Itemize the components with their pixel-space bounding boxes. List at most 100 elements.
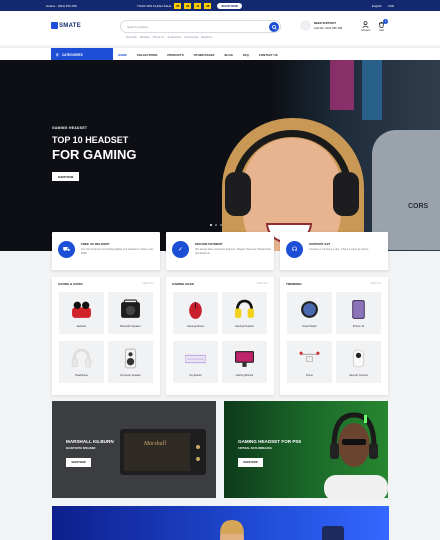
nav-products[interactable]: PRODUCTS <box>167 53 183 57</box>
view-all-link[interactable]: VIEW ALL <box>370 282 382 285</box>
tile-label: Smart Watch <box>302 325 317 328</box>
logo-text: SMATE <box>59 22 82 29</box>
category-tile[interactable]: Gaming Mouse <box>173 292 218 334</box>
category-card-gaming: GAMING GEAR VIEW ALL Gaming Mouse Gaming… <box>166 277 274 395</box>
cart-label: Cart <box>379 29 384 32</box>
account-link[interactable]: Account <box>361 21 370 32</box>
categories-label: CATEGORIES <box>61 52 83 57</box>
hero-title-line2: FOR GAMING <box>52 147 137 162</box>
computer-speaker-icon <box>124 348 137 369</box>
cart-link[interactable]: 0 Cart <box>378 19 388 32</box>
category-card-audio: SAVING & AUDIO VIEW ALL Earbuds Bluetoot… <box>52 277 160 395</box>
category-tile[interactable]: Security Camera <box>336 341 381 383</box>
promo-banner-bottom[interactable] <box>52 506 389 540</box>
headset-earcup-left <box>225 172 251 216</box>
tile-label: Gaming Headset <box>235 325 254 328</box>
support-block[interactable]: NEED SUPPORT Call Me: 0123 456 789 <box>300 20 342 31</box>
feature-desc: We accept Visa, American Express, Paypal… <box>195 248 271 255</box>
search-tag[interactable]: Flat tooth <box>126 36 137 39</box>
feature-support: ☊ SUPPORT 24/7 Contact us 24 hours a day… <box>280 232 388 270</box>
promo-text: YOUR 30% FLASH SALE <box>136 3 172 8</box>
category-tile[interactable]: Smart Watch <box>287 292 332 334</box>
main-nav: ☰ CATEGORIES HOME COLLECTIONS PRODUCTS O… <box>0 47 440 61</box>
tile-label: Headphone <box>75 374 88 377</box>
search-button[interactable] <box>269 22 279 32</box>
hotline-text: Hotline : (623) 456-789 <box>46 3 77 8</box>
promo-model-image <box>220 520 244 540</box>
countdown-hours: 24 <box>184 2 192 9</box>
feature-title: SUPPORT 24/7 <box>309 242 331 246</box>
search-tag[interactable]: Smartwatch <box>167 36 181 39</box>
category-tile[interactable]: Drone <box>287 341 332 383</box>
category-tile[interactable]: Headphone <box>59 341 104 383</box>
tile-label: Keyboards <box>189 374 202 377</box>
search-tag[interactable]: Earphone <box>201 36 212 39</box>
search-tag[interactable]: iPhone 17 <box>153 36 165 39</box>
hero-title-line1: TOP 10 HEADSET <box>52 135 129 145</box>
banner-title: MARSHALL KILBURN <box>66 439 114 444</box>
headset-earcup-right <box>333 172 359 216</box>
slider-dot[interactable] <box>210 224 212 226</box>
tile-label: Gaming Mouse <box>187 325 204 328</box>
category-tile[interactable]: Gaming Headset <box>222 292 267 334</box>
support-phone: Call Me: 0123 456 789 <box>314 25 343 30</box>
category-tile[interactable]: Earbuds <box>59 292 104 334</box>
slider-dot[interactable] <box>220 224 222 226</box>
search-tag[interactable]: Accessories <box>184 36 198 39</box>
slider-dots <box>210 224 222 226</box>
shield-icon: ✓ <box>172 241 189 258</box>
gamer-model-image <box>324 412 388 498</box>
feature-title: FREE US DELIVERY <box>81 242 110 246</box>
chair-brand-text: CORS <box>408 203 429 210</box>
view-all-link[interactable]: VIEW ALL <box>142 282 154 285</box>
neon-light-blue <box>362 60 382 120</box>
tile-label: Bluetooth Speaker <box>120 325 141 328</box>
feature-secure-payment: ✓ SECURE PAYMENT We accept Visa, America… <box>166 232 274 270</box>
nav-collections[interactable]: COLLECTIONS <box>137 53 158 57</box>
nav-home[interactable]: HOME <box>118 53 127 57</box>
banner-shop-now-button[interactable]: SHOP NOW <box>238 458 263 467</box>
neon-light-pink <box>330 60 354 110</box>
banner-ps5-headset[interactable]: GAMING HEADSET FOR PS5 CRITICAL DATA WIR… <box>224 401 388 498</box>
tile-label: Drone <box>306 374 313 377</box>
tile-label: Security Camera <box>349 374 368 377</box>
headset-icon <box>300 20 311 31</box>
nav-other-pages[interactable]: OTHER PAGES <box>194 53 215 57</box>
headphone-icon <box>71 348 92 368</box>
phone-icon <box>352 300 365 319</box>
headset-icon: ☊ <box>286 241 303 258</box>
topbar-shop-now-button[interactable]: SHOP NOW <box>217 2 242 9</box>
search-input[interactable]: Search product... <box>120 20 281 33</box>
banner-tagline: CRITICAL DATA WIRELESS <box>238 447 272 450</box>
svg-text:Marshall: Marshall <box>143 441 166 447</box>
category-tile[interactable]: Gaming Monitor <box>222 341 267 383</box>
view-all-link[interactable]: VIEW ALL <box>256 282 268 285</box>
category-title: SAVING & AUDIO <box>58 282 83 286</box>
flash-sale-promo: YOUR 30% FLASH SALE 05 24 11 38 SHOP NOW <box>136 2 242 9</box>
logo[interactable]: SMATE <box>51 22 81 29</box>
feature-title: SECURE PAYMENT <box>195 242 223 246</box>
language-select[interactable]: English <box>372 4 382 8</box>
tile-label: iPhone 14 <box>352 325 365 328</box>
slider-dot[interactable] <box>215 224 217 226</box>
nav-contact-us[interactable]: CONTACT US <box>259 53 278 57</box>
countdown-seconds: 38 <box>204 2 212 9</box>
banner-shop-now-button[interactable]: SHOP NOW <box>66 458 91 467</box>
currency-select[interactable]: USD <box>388 4 394 8</box>
nav-blog[interactable]: BLOG <box>224 53 232 57</box>
category-tile[interactable]: Keyboards <box>173 341 218 383</box>
truck-icon: ⛟ <box>58 241 75 258</box>
nav-faq[interactable]: FAQ <box>243 53 249 57</box>
category-tile[interactable]: Computer Speaker <box>108 341 153 383</box>
category-tile[interactable]: iPhone 14 <box>336 292 381 334</box>
mouse-icon <box>189 302 202 319</box>
countdown-days: 05 <box>174 2 182 9</box>
banner-marshall[interactable]: MARSHALL KILBURN BLUETOOTH SPEAKER SHOP … <box>52 401 216 498</box>
menu-icon: ☰ <box>56 52 59 57</box>
monitor-icon <box>235 351 254 367</box>
top-bar: Hotline : (623) 456-789 YOUR 30% FLASH S… <box>0 0 440 11</box>
cart-count-badge: 0 <box>383 19 388 24</box>
hero-shop-now-button[interactable]: SHOP NOW <box>52 172 79 181</box>
category-tile[interactable]: Bluetooth Speaker <box>108 292 153 334</box>
search-tag[interactable]: Wireless <box>140 36 150 39</box>
